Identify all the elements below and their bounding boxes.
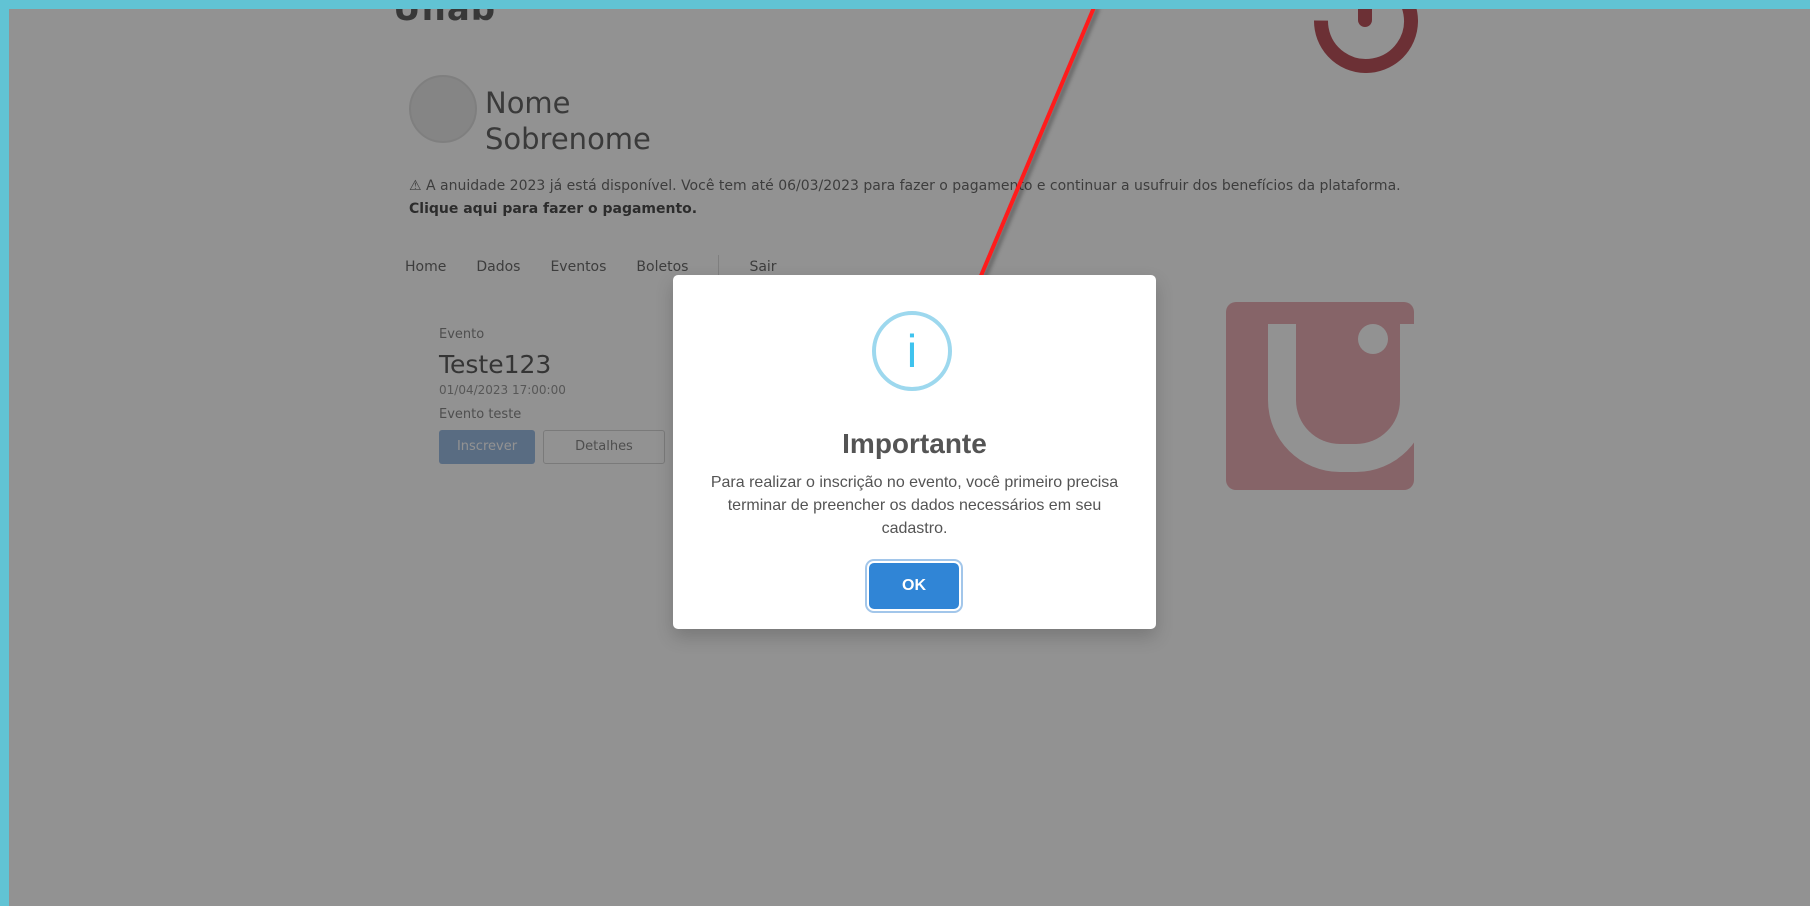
ok-button[interactable]: OK (869, 563, 959, 609)
browser-viewport: Unab Nome Sobrenome ⚠ A anuidade 2023 já… (9, 9, 1810, 906)
important-modal: i Importante Para realizar o inscrição n… (673, 275, 1156, 629)
info-icon: i (872, 311, 952, 391)
modal-message: Para realizar o inscrição no evento, voc… (710, 474, 1119, 537)
modal-title: Importante (842, 428, 987, 459)
